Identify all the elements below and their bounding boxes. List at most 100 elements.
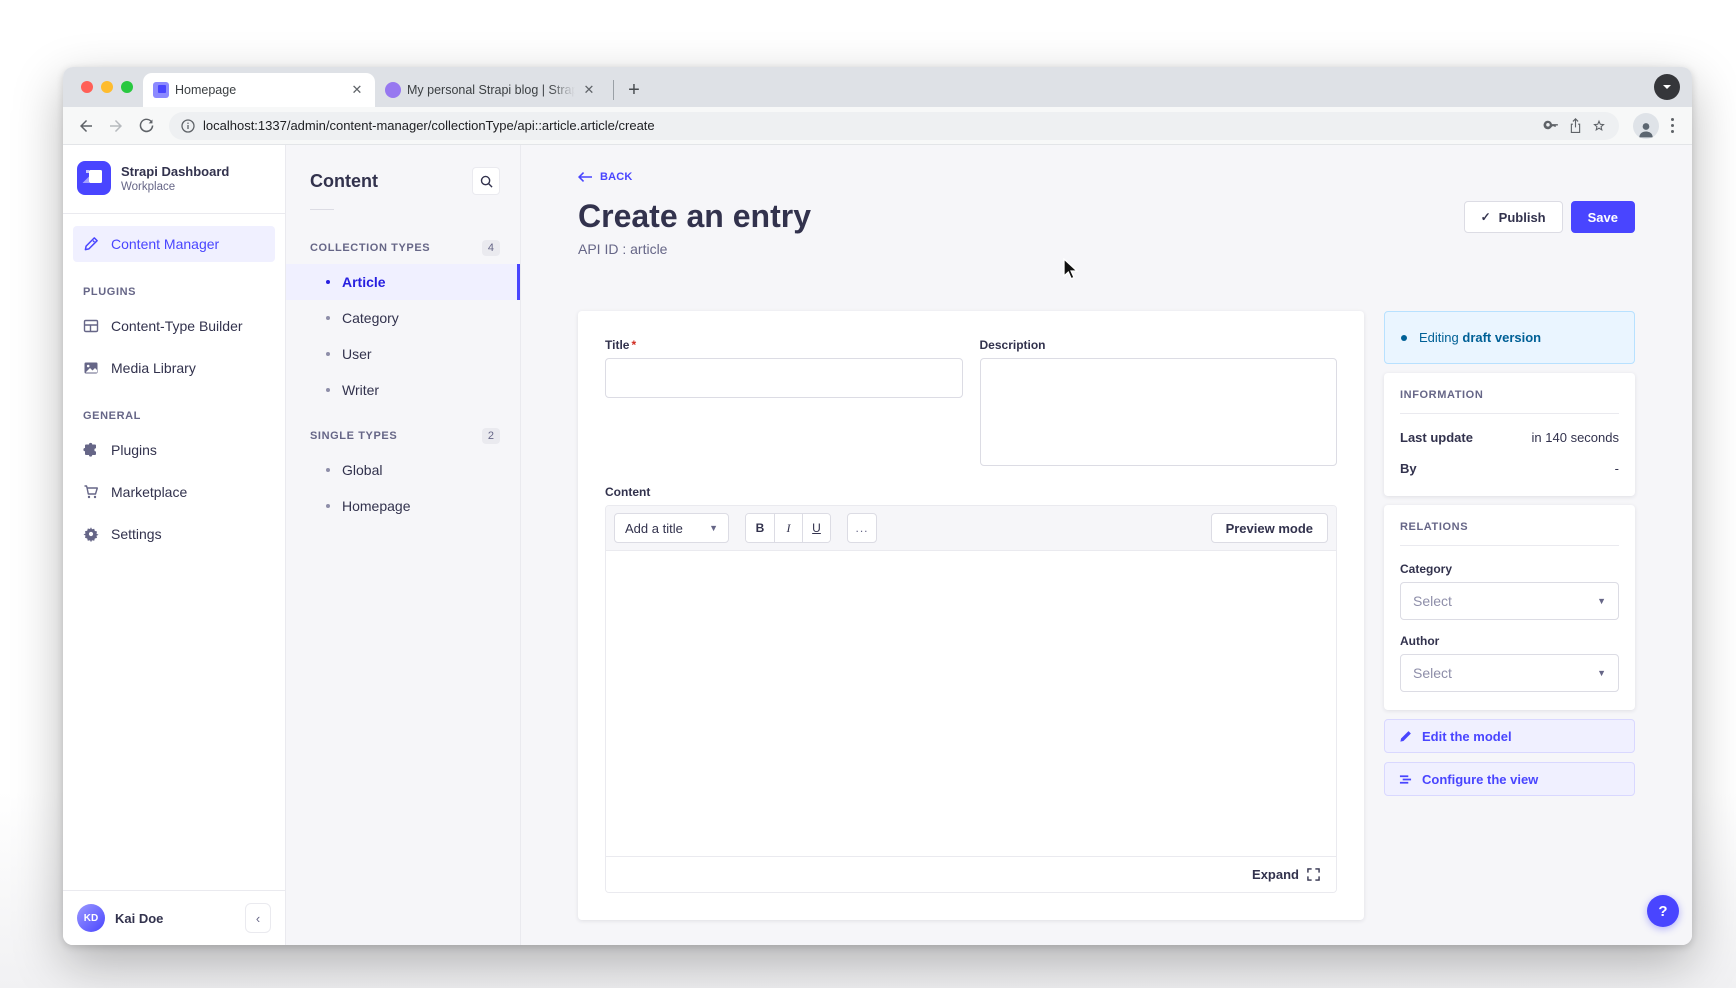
sidebar-item-label: Media Library: [111, 360, 196, 376]
chevron-down-icon: [1662, 82, 1672, 92]
single-types-count-badge: 2: [482, 428, 500, 444]
publish-button[interactable]: ✓ Publish: [1464, 201, 1563, 233]
new-tab-button[interactable]: +: [620, 76, 648, 104]
content-subnav: Content COLLECTION TYPES 4 Article Cate: [286, 145, 521, 945]
sidebar-item-marketplace[interactable]: Marketplace: [73, 474, 275, 510]
workspace-subtitle: Workplace: [121, 181, 229, 193]
browser-profile-avatar[interactable]: [1633, 113, 1659, 139]
sidebar-item-settings[interactable]: Settings: [73, 516, 275, 552]
subnav-item-homepage[interactable]: Homepage: [286, 488, 520, 524]
browser-tabstrip: Homepage ✕ My personal Strapi blog | Str…: [63, 67, 1692, 107]
description-textarea[interactable]: [980, 358, 1338, 466]
subnav-title: Content: [310, 171, 378, 192]
sidebar-item-label: Content Manager: [111, 236, 219, 252]
close-tab-icon[interactable]: ✕: [581, 82, 597, 98]
search-icon: [480, 175, 493, 188]
subnav-item-user[interactable]: User: [286, 336, 520, 372]
subnav-item-label: Article: [342, 274, 386, 290]
required-asterisk: *: [631, 338, 636, 352]
title-field-group: Title*: [605, 338, 963, 471]
chevron-down-icon: ▼: [1597, 668, 1606, 678]
bookmark-star-icon[interactable]: [1591, 118, 1607, 134]
title-input[interactable]: [605, 358, 963, 398]
password-key-icon[interactable]: [1543, 117, 1560, 134]
tab-search-button[interactable]: [1654, 74, 1680, 100]
preview-mode-button[interactable]: Preview mode: [1211, 513, 1328, 543]
subnav-item-global[interactable]: Global: [286, 452, 520, 488]
subnav-item-label: Homepage: [342, 498, 411, 514]
reload-icon[interactable]: [133, 113, 159, 139]
main-sidebar: Strapi Dashboard Workplace Content Manag…: [63, 145, 286, 945]
bold-button[interactable]: B: [746, 514, 774, 542]
user-name: Kai Doe: [115, 911, 235, 926]
api-id-subtitle: API ID : article: [578, 241, 1635, 257]
rich-text-editor: Add a title ▼ B I U ...: [605, 505, 1337, 893]
url-bar[interactable]: localhost:1337/admin/content-manager/col…: [169, 112, 1619, 140]
sidebar-item-content-type-builder[interactable]: Content-Type Builder: [73, 308, 275, 344]
bullet-icon: [326, 504, 330, 508]
minimize-window-button[interactable]: [101, 81, 113, 93]
save-button[interactable]: Save: [1571, 201, 1635, 233]
sidebar-item-media-library[interactable]: Media Library: [73, 350, 275, 386]
category-label: Category: [1400, 562, 1619, 576]
sidebar-item-plugins[interactable]: Plugins: [73, 432, 275, 468]
browser-menu-icon[interactable]: [1663, 118, 1682, 133]
forward-icon[interactable]: [103, 113, 129, 139]
configure-view-button[interactable]: Configure the view: [1384, 762, 1635, 796]
category-select[interactable]: Select ▼: [1400, 582, 1619, 620]
group-label-collection-types: COLLECTION TYPES: [310, 242, 430, 254]
tab-title: My personal Strapi blog | Strap: [407, 83, 575, 97]
subnav-item-category[interactable]: Category: [286, 300, 520, 336]
by-row: By -: [1400, 461, 1619, 476]
edit-model-button[interactable]: Edit the model: [1384, 719, 1635, 753]
check-icon: ✓: [1481, 210, 1491, 224]
close-tab-icon[interactable]: ✕: [349, 82, 365, 98]
browser-toolbar: localhost:1337/admin/content-manager/col…: [63, 107, 1692, 145]
edit-pen-icon: [83, 236, 99, 252]
heading-select[interactable]: Add a title ▼: [614, 513, 729, 543]
italic-button[interactable]: I: [774, 514, 802, 542]
bullet-icon: [326, 468, 330, 472]
editor-toolbar: Add a title ▼ B I U ...: [606, 506, 1336, 550]
help-button[interactable]: ?: [1647, 895, 1679, 927]
back-link[interactable]: BACK: [578, 171, 633, 183]
cart-icon: [83, 484, 99, 500]
gear-icon: [83, 526, 99, 542]
browser-tab-blog[interactable]: My personal Strapi blog | Strap ✕: [375, 73, 607, 107]
workspace-brand[interactable]: Strapi Dashboard Workplace: [63, 145, 285, 211]
panel-divider: [1400, 413, 1619, 414]
expand-button[interactable]: Expand: [1252, 867, 1299, 882]
author-select[interactable]: Select ▼: [1400, 654, 1619, 692]
relations-heading: RELATIONS: [1400, 521, 1619, 533]
chevron-down-icon: ▼: [1597, 596, 1606, 606]
share-icon[interactable]: [1568, 117, 1583, 134]
underline-button[interactable]: U: [802, 514, 830, 542]
bullet-icon: [326, 388, 330, 392]
desktop: Homepage ✕ My personal Strapi blog | Str…: [0, 0, 1736, 988]
subnav-item-label: Category: [342, 310, 399, 326]
description-field-group: Description: [980, 338, 1338, 471]
expand-icon[interactable]: [1307, 868, 1320, 881]
maximize-window-button[interactable]: [121, 81, 133, 93]
subnav-item-article[interactable]: Article: [286, 264, 520, 300]
search-button[interactable]: [472, 167, 500, 195]
editor-text-area[interactable]: [606, 550, 1336, 856]
close-window-button[interactable]: [81, 81, 93, 93]
entry-form-card: Title* Description: [578, 311, 1364, 920]
user-avatar[interactable]: KD: [77, 904, 105, 932]
description-label: Description: [980, 338, 1338, 352]
information-card: INFORMATION Last update in 140 seconds B…: [1384, 373, 1635, 496]
last-update-row: Last update in 140 seconds: [1400, 430, 1619, 445]
puzzle-icon: [83, 442, 99, 458]
image-icon: [83, 360, 99, 376]
chevron-down-icon: ▼: [709, 523, 718, 533]
site-info-icon[interactable]: [181, 119, 195, 133]
browser-tab-homepage[interactable]: Homepage ✕: [143, 73, 375, 107]
back-icon[interactable]: [73, 113, 99, 139]
sidebar-item-content-manager[interactable]: Content Manager: [73, 226, 275, 262]
subnav-item-writer[interactable]: Writer: [286, 372, 520, 408]
strapi-favicon: [153, 82, 169, 98]
sidebar-item-label: Settings: [111, 526, 162, 542]
collapse-sidebar-button[interactable]: ‹: [245, 903, 271, 933]
more-options-button[interactable]: ...: [847, 513, 877, 543]
